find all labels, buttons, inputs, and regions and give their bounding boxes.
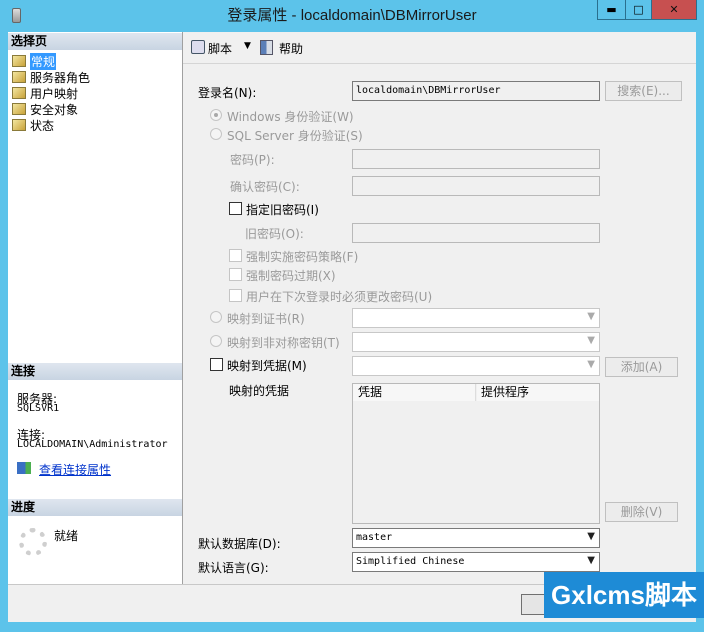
page-icon	[12, 119, 26, 131]
progress-header: 进度	[8, 499, 182, 516]
map-asym-key-radio[interactable]	[210, 335, 222, 347]
password-label: 密码(P):	[230, 153, 275, 167]
page-icon	[12, 87, 26, 99]
maximize-button[interactable]: □	[625, 0, 652, 20]
specify-old-password-label: 指定旧密码(I)	[246, 203, 319, 217]
must-change-checkbox[interactable]	[229, 289, 242, 302]
help-icon	[260, 40, 273, 55]
script-icon	[191, 40, 205, 54]
view-connection-properties-link[interactable]: 查看连接属性	[39, 461, 111, 478]
chevron-down-icon: ▼	[587, 359, 595, 370]
select-page-header: 选择页	[8, 33, 182, 50]
page-label: 状态	[30, 118, 55, 133]
page-item-status[interactable]: 状态	[12, 117, 54, 133]
default-lang-label: 默认语言(G):	[198, 561, 269, 575]
page-icon	[12, 103, 26, 115]
page-item-server-roles[interactable]: 服务器角色	[12, 69, 90, 85]
map-asym-key-select[interactable]: ▼	[352, 332, 600, 352]
progress-spinner-icon	[19, 528, 47, 556]
page-icon	[12, 55, 26, 67]
connection-header: 连接	[8, 363, 182, 380]
windows-auth-label: Windows 身份验证(W)	[227, 110, 354, 124]
map-asym-key-label: 映射到非对称密钥(T)	[227, 336, 340, 350]
column-header-credential[interactable]: 凭据	[353, 384, 476, 401]
mapped-credentials-list[interactable]: 凭据 提供程序	[352, 383, 600, 524]
map-credential-select[interactable]: ▼	[352, 356, 600, 376]
page-label: 安全对象	[30, 102, 79, 117]
watermark: Gxlcms脚本	[544, 572, 704, 618]
page-label: 用户映射	[30, 86, 79, 101]
script-button[interactable]: 脚本	[208, 40, 232, 57]
map-credential-label: 映射到凭据(M)	[227, 359, 307, 373]
confirm-password-label: 确认密码(C):	[230, 180, 300, 194]
default-db-select[interactable]: master ▼	[352, 528, 600, 548]
minimize-button[interactable]: ▬	[597, 0, 626, 20]
map-credential-checkbox[interactable]	[210, 358, 223, 371]
old-password-input[interactable]	[352, 223, 600, 243]
map-cert-radio[interactable]	[210, 311, 222, 323]
mapped-credentials-label: 映射的凭据	[229, 384, 290, 398]
sql-auth-label: SQL Server 身份验证(S)	[227, 129, 363, 143]
must-change-label: 用户在下次登录时必须更改密码(U)	[246, 290, 433, 304]
help-button[interactable]: 帮助	[279, 40, 303, 57]
page-label: 服务器角色	[30, 70, 91, 85]
page-label: 常规	[30, 52, 57, 70]
page-item-general[interactable]: 常规	[12, 52, 57, 70]
enforce-expiration-label: 强制密码过期(X)	[246, 269, 336, 283]
enforce-expiration-checkbox[interactable]	[229, 268, 242, 281]
script-dropdown-icon[interactable]: ▼	[244, 41, 251, 51]
sql-auth-radio[interactable]	[210, 128, 222, 140]
default-db-label: 默认数据库(D):	[198, 537, 281, 551]
progress-status: 就绪	[54, 529, 79, 543]
remove-button[interactable]: 删除(V)	[605, 502, 678, 522]
page-icon	[12, 71, 26, 83]
server-value: SQLSVR1	[17, 403, 60, 414]
search-button[interactable]: 搜索(E)...	[605, 81, 682, 101]
connection-value: LOCALDOMAIN\Administrator	[17, 439, 168, 450]
enforce-policy-checkbox[interactable]	[229, 249, 242, 262]
enforce-policy-label: 强制实施密码策略(F)	[246, 250, 359, 264]
connection-properties-icon	[17, 462, 31, 474]
toolbar-divider	[183, 63, 696, 64]
confirm-password-input[interactable]	[352, 176, 600, 196]
old-password-label: 旧密码(O):	[245, 227, 304, 241]
specify-old-password-checkbox[interactable]	[229, 202, 242, 215]
add-button[interactable]: 添加(A)	[605, 357, 678, 377]
page-item-securables[interactable]: 安全对象	[12, 101, 78, 117]
map-cert-select[interactable]: ▼	[352, 308, 600, 328]
password-input[interactable]	[352, 149, 600, 169]
page-item-user-mapping[interactable]: 用户映射	[12, 85, 78, 101]
default-lang-select[interactable]: Simplified Chinese ▼	[352, 552, 600, 572]
close-button[interactable]: ✕	[651, 0, 697, 20]
login-name-input[interactable]: localdomain\DBMirrorUser	[352, 81, 600, 101]
column-header-provider[interactable]: 提供程序	[477, 384, 599, 401]
chevron-down-icon: ▼	[587, 531, 595, 542]
chevron-down-icon: ▼	[587, 335, 595, 346]
chevron-down-icon: ▼	[587, 555, 595, 566]
chevron-down-icon: ▼	[587, 311, 595, 322]
windows-auth-radio[interactable]	[210, 109, 222, 121]
map-cert-label: 映射到证书(R)	[227, 312, 305, 326]
login-name-label: 登录名(N):	[198, 86, 257, 100]
